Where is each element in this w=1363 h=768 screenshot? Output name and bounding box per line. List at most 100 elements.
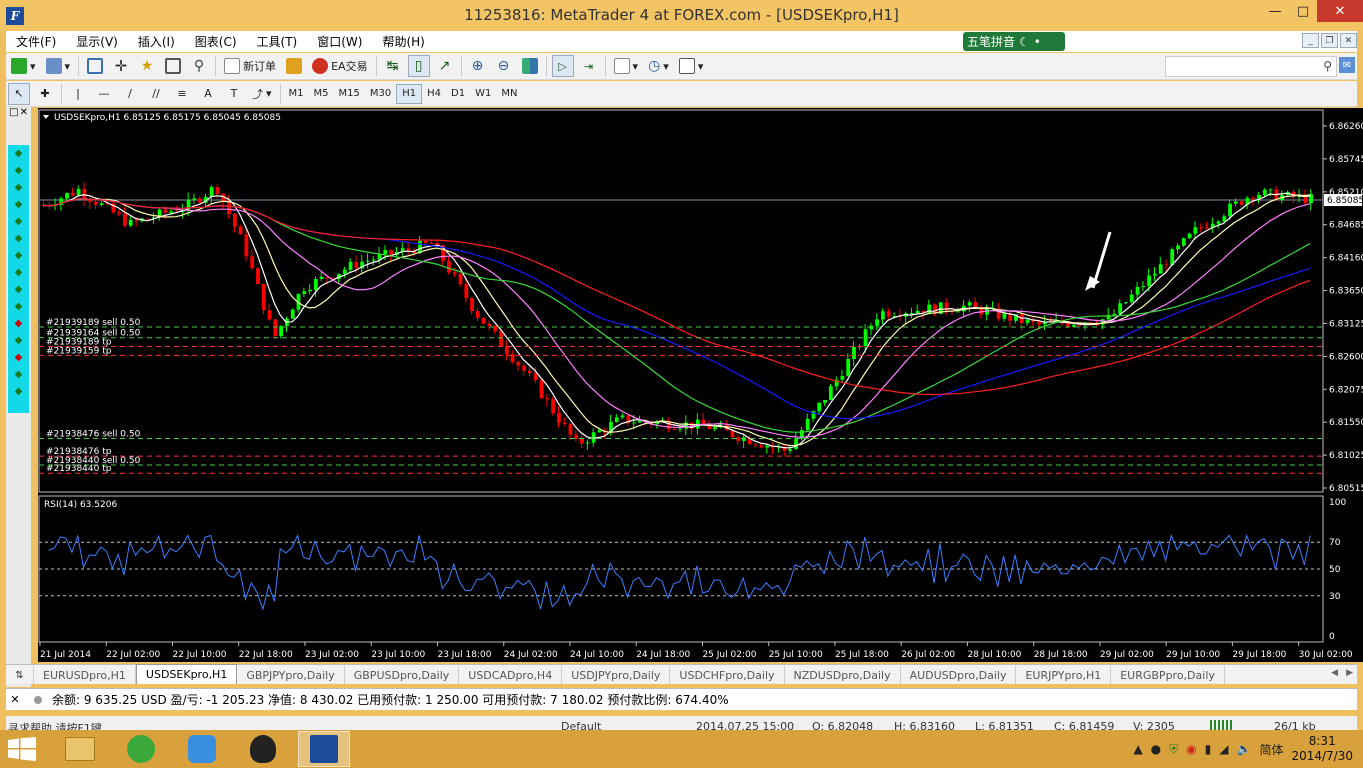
ime-indicator[interactable]: 五笔拼音 ☾ •: [963, 32, 1065, 51]
taskbar-metatrader[interactable]: [298, 731, 350, 767]
symbol-icon[interactable]: ◆: [8, 196, 29, 213]
vertical-line-button[interactable]: |: [67, 83, 89, 105]
search-box[interactable]: ⚲: [1165, 56, 1337, 77]
tab-eurusd[interactable]: EURUSDpro,H1: [34, 666, 136, 684]
zoom-in-button[interactable]: ⊕: [467, 55, 489, 77]
symbol-icon[interactable]: ◆: [8, 383, 29, 400]
tab-nzdusd[interactable]: NZDUSDpro,Daily: [785, 666, 901, 684]
tf-mn[interactable]: MN: [496, 84, 522, 104]
price-chart[interactable]: 6.862606.857456.852106.846856.841606.836…: [38, 108, 1363, 662]
close-button[interactable]: ✕: [1317, 0, 1363, 22]
menu-insert[interactable]: 插入(I): [128, 33, 185, 50]
chart-shift-button[interactable]: ⇥: [578, 55, 600, 77]
tab-left-icon[interactable]: ◀: [1331, 668, 1338, 678]
mdi-minimize-button[interactable]: _: [1302, 33, 1319, 48]
tray-shield-icon[interactable]: ⛨: [1169, 742, 1178, 757]
tray-signal-icon[interactable]: ◢: [1219, 742, 1228, 756]
periods-button[interactable]: ◷ ▾: [645, 55, 672, 77]
channel-button[interactable]: ∕∕: [145, 83, 167, 105]
market-watch-button[interactable]: [84, 55, 106, 77]
tf-m5[interactable]: M5: [309, 84, 334, 104]
symbol-icon[interactable]: ◆: [8, 315, 29, 332]
tray-ime-lang[interactable]: 简体: [1259, 741, 1283, 758]
ea-trade-button[interactable]: EA交易: [309, 55, 370, 77]
tray-360-icon[interactable]: ◉: [1186, 742, 1196, 756]
menu-help[interactable]: 帮助(H): [372, 33, 434, 50]
tray-clock[interactable]: 8:31 2014/7/30: [1291, 734, 1353, 764]
tf-m1[interactable]: M1: [284, 84, 309, 104]
trendline-button[interactable]: ∕: [119, 83, 141, 105]
menu-file[interactable]: 文件(F): [6, 33, 66, 50]
tab-eurgbp[interactable]: EURGBPpro,Daily: [1111, 666, 1225, 684]
chat-icon[interactable]: ✉: [1339, 57, 1355, 73]
menu-tools[interactable]: 工具(T): [247, 33, 308, 50]
mdi-restore-button[interactable]: ❐: [1321, 33, 1338, 48]
tf-d1[interactable]: D1: [446, 84, 470, 104]
tab-right-icon[interactable]: ▶: [1346, 668, 1353, 678]
menu-window[interactable]: 窗口(W): [307, 33, 372, 50]
tf-w1[interactable]: W1: [470, 84, 496, 104]
strip-close-icon[interactable]: ✕: [20, 107, 28, 121]
horizontal-line-button[interactable]: —: [93, 83, 115, 105]
symbol-icon[interactable]: ◆: [8, 230, 29, 247]
taskbar-app-g[interactable]: [176, 731, 228, 767]
zoom-out-button[interactable]: ⊖: [493, 55, 515, 77]
taskbar-explorer[interactable]: [54, 731, 106, 767]
symbol-icon[interactable]: ◆: [8, 281, 29, 298]
tile-windows-button[interactable]: [519, 55, 541, 77]
tabs-scroll-icon[interactable]: ⇅: [6, 666, 34, 684]
indicators-button[interactable]: ▾: [611, 55, 642, 77]
profiles-button[interactable]: ▾: [43, 55, 74, 77]
symbol-icon[interactable]: ◆: [8, 247, 29, 264]
arrows-button[interactable]: ⤴ ▾: [249, 83, 275, 105]
windows-start-icon[interactable]: [8, 737, 36, 761]
symbol-icon[interactable]: ◆: [8, 349, 29, 366]
fibonacci-button[interactable]: ≡: [171, 83, 193, 105]
text-button[interactable]: A: [197, 83, 219, 105]
tf-m30[interactable]: M30: [365, 84, 396, 104]
crosshair-button[interactable]: ✚: [34, 83, 56, 105]
autoscroll-button[interactable]: ▷: [551, 55, 574, 77]
menu-charts[interactable]: 图表(C): [185, 33, 247, 50]
new-order-button[interactable]: 新订单: [221, 55, 279, 77]
candlestick-button[interactable]: ▯: [407, 55, 430, 77]
tf-h4[interactable]: H4: [422, 84, 446, 104]
tab-gbpusd[interactable]: GBPUSDpro,Daily: [345, 666, 460, 684]
terminal-close-icon[interactable]: ✕: [6, 693, 24, 706]
symbol-icon[interactable]: ◆: [8, 298, 29, 315]
tab-eurjpy[interactable]: EURJPYpro,H1: [1016, 666, 1112, 684]
tray-volume-icon[interactable]: 🔈: [1237, 742, 1252, 756]
line-chart-button[interactable]: ↗: [434, 55, 456, 77]
symbol-icon[interactable]: ◆: [8, 145, 29, 162]
taskbar-360[interactable]: [115, 731, 167, 767]
tf-m15[interactable]: M15: [334, 84, 365, 104]
cursor-button[interactable]: ↖: [8, 82, 30, 105]
label-button[interactable]: T: [223, 83, 245, 105]
symbol-icon[interactable]: ◆: [8, 366, 29, 383]
symbol-icon[interactable]: ◆: [8, 213, 29, 230]
strategy-tester-button[interactable]: ⚲: [188, 55, 210, 77]
tab-usdjpy[interactable]: USDJPYpro,Daily: [562, 666, 671, 684]
tab-gbpjpy[interactable]: GBPJPYpro,Daily: [237, 666, 345, 684]
tab-usdsek[interactable]: USDSEKpro,H1: [135, 664, 238, 684]
tab-audusd[interactable]: AUDUSDpro,Daily: [901, 666, 1017, 684]
tf-h1[interactable]: H1: [396, 83, 423, 104]
chart-window[interactable]: 6.86260 6.85745 6.85210 6.84685 6.84160 6.836…: [38, 108, 1363, 662]
mdi-close-button[interactable]: ✕: [1340, 33, 1357, 48]
tray-qq-icon[interactable]: ●: [1151, 742, 1161, 756]
terminal-button[interactable]: [162, 55, 184, 77]
metaeditor-button[interactable]: [283, 55, 305, 77]
tray-expand-icon[interactable]: ▲: [1133, 742, 1142, 756]
data-window-button[interactable]: ✛: [110, 55, 132, 77]
minimize-button[interactable]: —: [1261, 0, 1289, 22]
tray-battery-icon[interactable]: ▮: [1205, 742, 1212, 756]
templates-button[interactable]: ▾: [676, 55, 707, 77]
pin-icon[interactable]: □: [9, 107, 18, 121]
symbol-icon[interactable]: ◆: [8, 179, 29, 196]
navigator-button[interactable]: ★: [136, 55, 158, 77]
new-chart-button[interactable]: ▾: [8, 55, 39, 77]
menu-view[interactable]: 显示(V): [66, 33, 128, 50]
maximize-button[interactable]: □: [1289, 0, 1317, 22]
symbol-icon[interactable]: ◆: [8, 332, 29, 349]
symbol-icon[interactable]: ◆: [8, 162, 29, 179]
